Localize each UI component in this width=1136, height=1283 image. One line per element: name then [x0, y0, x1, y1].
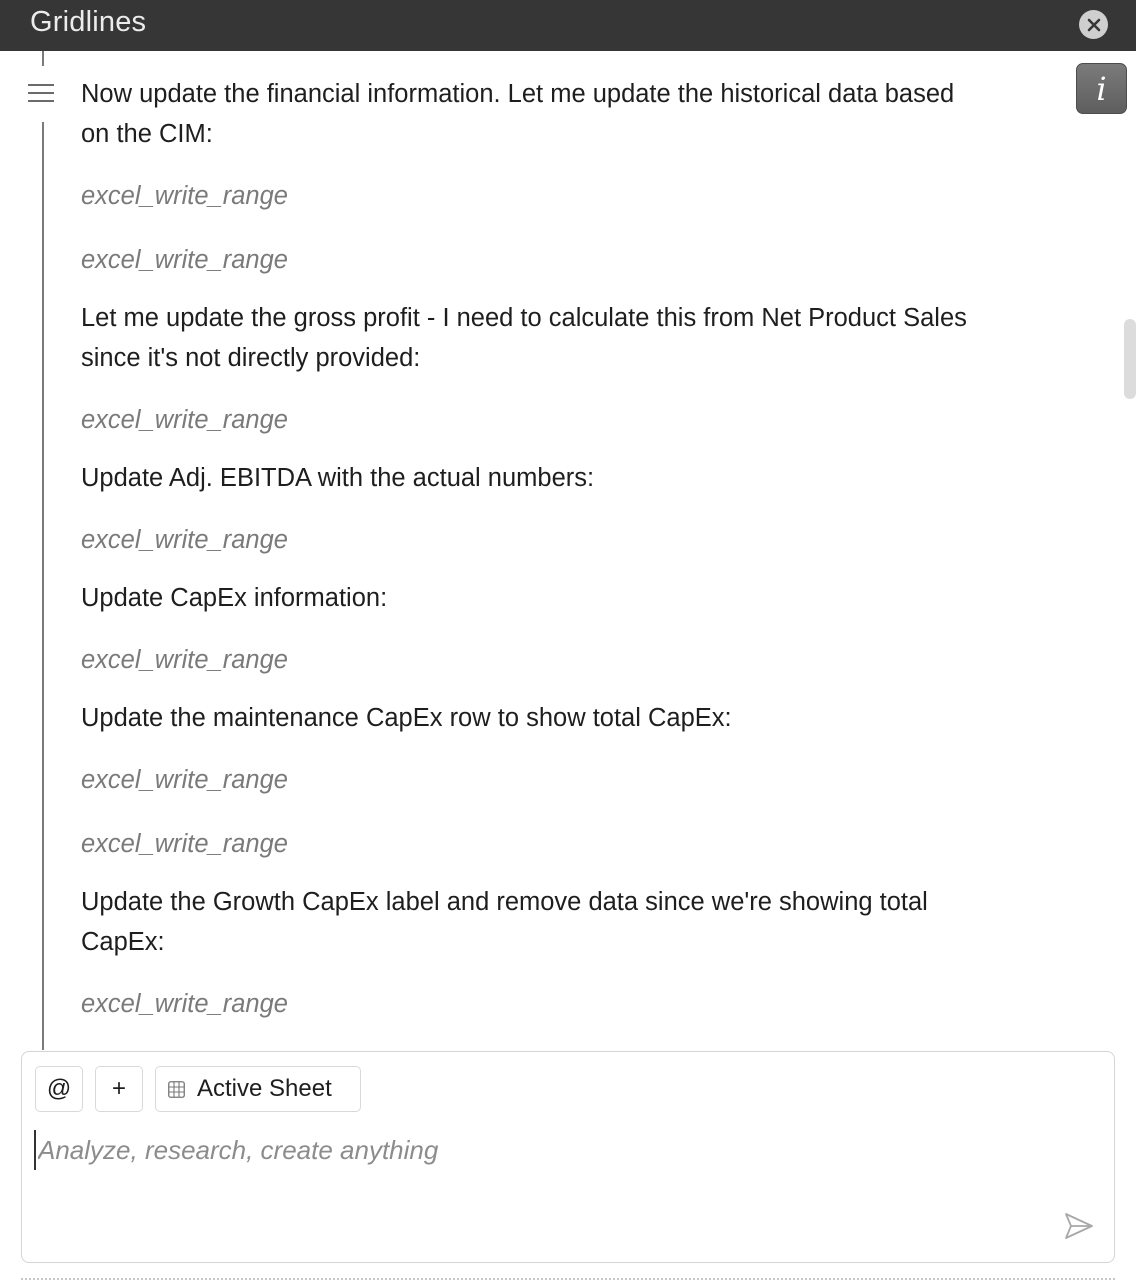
tool-call-label[interactable]: excel_write_range [81, 764, 288, 796]
message-line: CapEx: [81, 928, 165, 956]
message-line: on the CIM: [81, 120, 213, 148]
tool-call-label[interactable]: excel_write_range [81, 524, 288, 556]
info-button[interactable]: i [1076, 63, 1127, 114]
menu-icon [28, 84, 54, 102]
bottom-divider [21, 1278, 1115, 1280]
message-line: Update the maintenance CapEx row to show… [81, 704, 732, 732]
assistant-message: Update the Growth CapEx label and remove… [81, 882, 1051, 962]
active-sheet-label: Active Sheet [197, 1075, 332, 1102]
assistant-message: Update CapEx information: [81, 578, 1051, 618]
tool-call-label[interactable]: excel_write_range [81, 404, 288, 436]
assistant-message: Let me update the gross profit - I need … [81, 298, 1051, 378]
tool-call-label[interactable]: excel_write_range [81, 828, 288, 860]
mention-button[interactable]: @ [35, 1066, 83, 1112]
assistant-message: Update the maintenance CapEx row to show… [81, 698, 1051, 738]
message-line: since it's not directly provided: [81, 344, 421, 372]
info-icon: i [1096, 69, 1107, 108]
menu-button[interactable] [28, 83, 54, 103]
prompt-input[interactable] [34, 1130, 1078, 1170]
active-sheet-chip[interactable]: Active Sheet [155, 1066, 361, 1112]
message-line: Update the Growth CapEx label and remove… [81, 888, 928, 916]
thread-connector [42, 51, 44, 66]
send-button[interactable] [1062, 1209, 1096, 1243]
message-line: Update CapEx information: [81, 584, 388, 612]
scrollbar-thumb[interactable] [1124, 319, 1136, 399]
tool-call-label[interactable]: excel_write_range [81, 244, 288, 276]
assistant-message: Now update the financial information. Le… [81, 74, 1051, 154]
window-title: Gridlines [30, 6, 147, 38]
add-context-button[interactable]: + [95, 1066, 143, 1112]
message-composer: @ + Active Sheet [21, 1051, 1115, 1263]
close-button[interactable] [1079, 10, 1108, 39]
message-line: Let me update the gross profit - I need … [81, 304, 967, 332]
send-icon [1065, 1213, 1093, 1239]
message-line: Now update the financial information. Le… [81, 80, 955, 108]
title-bar: Gridlines [0, 0, 1136, 51]
tool-call-label[interactable]: excel_write_range [81, 180, 288, 212]
assistant-message: Update Adj. EBITDA with the actual numbe… [81, 458, 1051, 498]
close-icon [1087, 18, 1100, 31]
tool-call-label[interactable]: excel_write_range [81, 644, 288, 676]
table-grid-icon [168, 1080, 185, 1098]
tool-call-label[interactable]: excel_write_range [81, 988, 288, 1020]
thread-line [42, 122, 44, 1050]
message-line: Update Adj. EBITDA with the actual numbe… [81, 464, 595, 492]
